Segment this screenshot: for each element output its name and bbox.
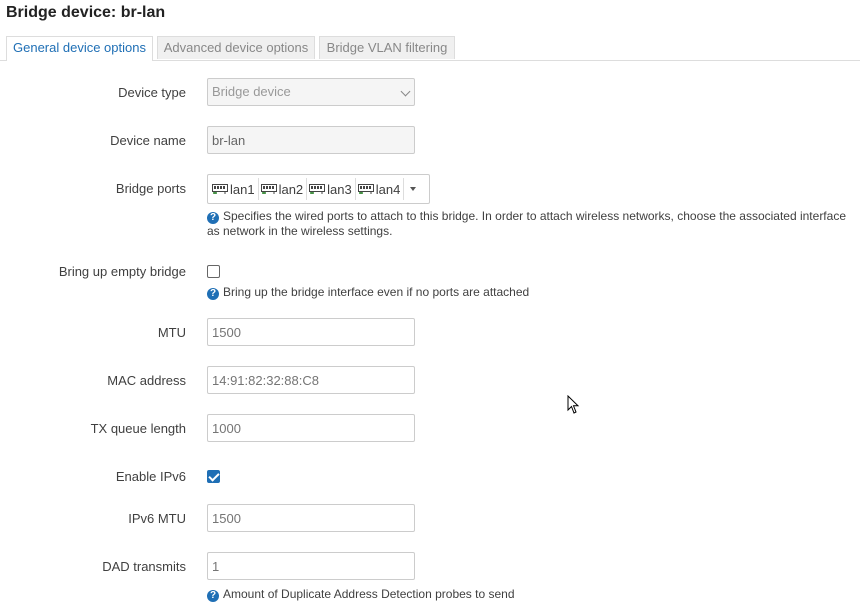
device-name-input[interactable]: [207, 126, 415, 154]
dialog-title: Bridge device: br-lan: [6, 4, 166, 21]
mouse-cursor-icon: [567, 395, 580, 414]
bring-up-empty-help: ? Bring up the bridge interface even if n…: [207, 285, 529, 300]
help-icon: ?: [207, 288, 219, 300]
mac-address-input[interactable]: [207, 366, 415, 394]
help-text: Bring up the bridge interface even if no…: [223, 285, 530, 299]
bridge-ports-help: ? Specifies the wired ports to attach to …: [207, 209, 857, 239]
port-chip-lan3: lan3: [307, 178, 356, 200]
port-name: lan4: [375, 181, 401, 197]
ethernet-port-icon: [309, 183, 326, 194]
device-name-label: Device name: [110, 133, 186, 148]
help-icon: ?: [207, 590, 219, 602]
port-chip-lan2: lan2: [259, 178, 308, 200]
ipv6-mtu-label: IPv6 MTU: [128, 511, 186, 526]
ethernet-port-icon: [260, 183, 277, 194]
tab-bridge-vlan-filtering[interactable]: Bridge VLAN filtering: [319, 36, 455, 59]
dad-transmits-input[interactable]: [207, 552, 415, 580]
mac-address-label: MAC address: [107, 373, 186, 388]
help-text: Specifies the wired ports to attach to t…: [207, 209, 846, 238]
help-text: Amount of Duplicate Address Detection pr…: [223, 587, 515, 601]
mtu-input[interactable]: [207, 318, 415, 346]
ethernet-port-icon: [357, 183, 374, 194]
device-type-value: Bridge device: [212, 84, 291, 99]
mtu-label: MTU: [157, 325, 186, 340]
port-name: lan3: [327, 181, 352, 197]
port-chip-lan1: lan1: [210, 178, 259, 200]
tab-general-device-options[interactable]: General device options: [6, 36, 153, 61]
device-type-label: Device type: [118, 85, 186, 100]
tx-queue-length-input[interactable]: [207, 414, 415, 442]
tab-bar: General device options Advanced device o…: [0, 35, 860, 61]
port-name: lan2: [278, 181, 304, 197]
port-name: lan1: [230, 181, 255, 197]
enable-ipv6-checkbox[interactable]: [207, 470, 220, 483]
bridge-ports-label: Bridge ports: [115, 181, 186, 196]
enable-ipv6-label: Enable IPv6: [115, 469, 186, 484]
bridge-ports-dropdown[interactable]: lan1 lan2 lan3 lan4: [207, 174, 430, 204]
bring-up-empty-label: Bring up empty bridge: [58, 264, 186, 279]
bring-up-empty-checkbox[interactable]: [207, 265, 220, 278]
port-chip-lan4: lan4: [356, 178, 405, 200]
tab-advanced-device-options[interactable]: Advanced device options: [157, 36, 315, 59]
help-icon: ?: [207, 212, 219, 224]
ipv6-mtu-input[interactable]: [207, 504, 415, 532]
ethernet-port-icon: [212, 183, 228, 194]
dropdown-arrow-icon: [410, 187, 417, 191]
dad-transmits-help: ? Amount of Duplicate Address Detection p…: [207, 587, 515, 602]
chevron-down-icon: [400, 86, 411, 97]
tx-queue-length-label: TX queue length: [90, 421, 186, 436]
device-type-select[interactable]: Bridge device: [207, 78, 415, 106]
dad-transmits-label: DAD transmits: [102, 559, 186, 574]
